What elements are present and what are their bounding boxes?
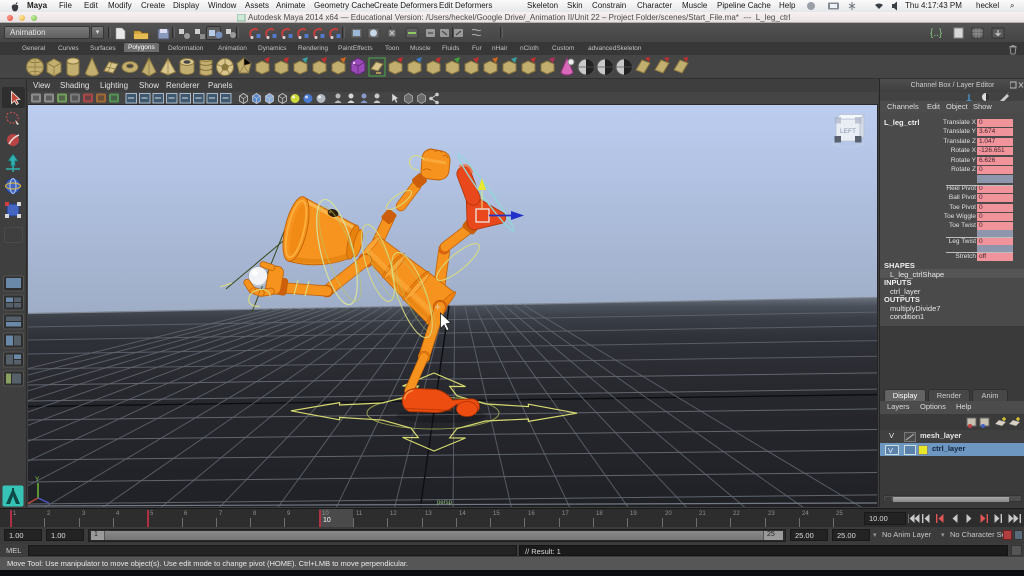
svg-text:{..}: {..}	[930, 28, 943, 39]
svg-text:persp: persp	[437, 500, 453, 506]
svg-text:LEFT: LEFT	[840, 128, 856, 135]
svg-text:Y: Y	[35, 476, 40, 483]
svg-text:V: V	[888, 446, 893, 455]
